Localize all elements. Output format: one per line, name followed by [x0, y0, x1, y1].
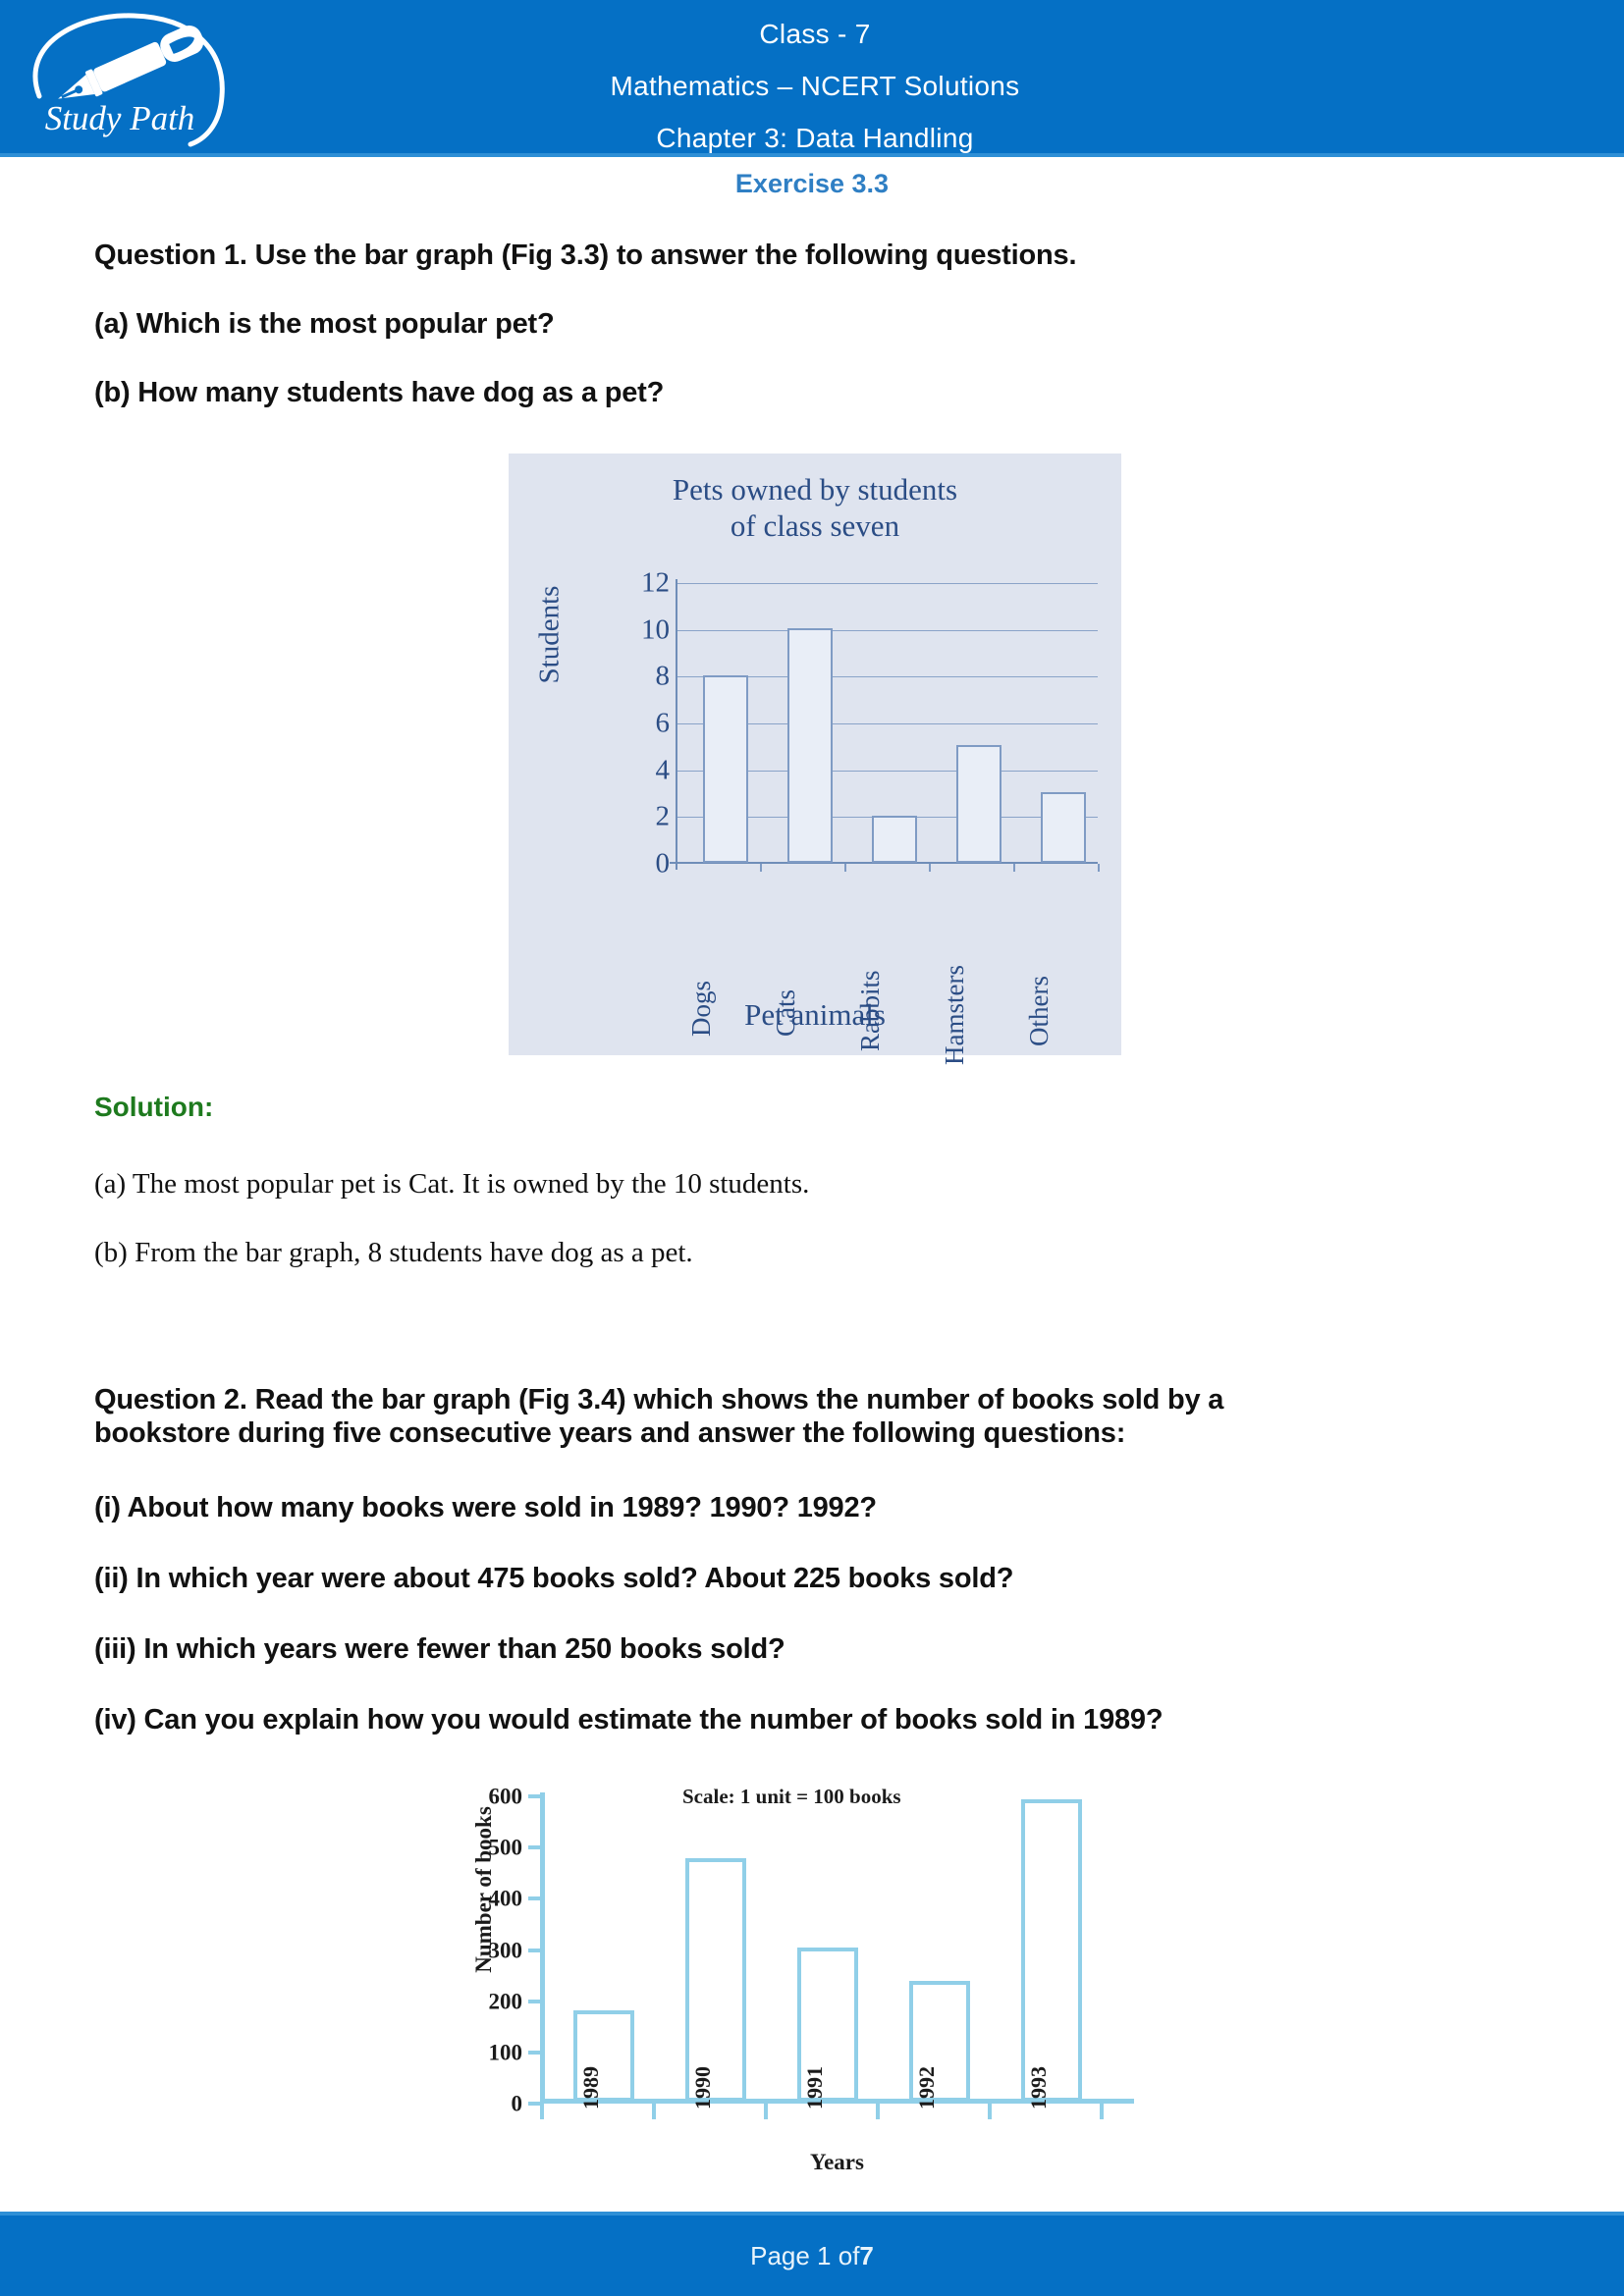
chart2-ytick-0: 0 [511, 2091, 523, 2116]
chart2-ytick-100: 100 [488, 2040, 523, 2065]
question-2-stem-line2: bookstore during five consecutive years … [94, 1417, 1126, 1449]
chart1-xtick-5 [1098, 864, 1100, 872]
chart2-bar-label-1993: 1993 [1026, 2066, 1051, 2109]
question-1-part-a: (a) Which is the most popular pet? [94, 308, 555, 340]
chart1-ytick-4: 4 [655, 754, 671, 786]
chart1-gridline-12 [676, 583, 1098, 584]
footer-total-pages: 7 [859, 2240, 874, 2270]
chart1-xtick-1 [760, 864, 762, 872]
chart2-xtick-3 [876, 2104, 880, 2119]
chart2-bar-1992: 1992 [909, 1981, 970, 2109]
chart1-xtick-2 [844, 864, 846, 872]
chart2-bar-label-1991: 1991 [802, 2066, 827, 2109]
chart2-xtick-2 [764, 2104, 768, 2119]
chart2-ytick-500: 500 [488, 1835, 523, 1860]
study-path-wordmark: Study Path [45, 99, 195, 137]
page-header: Study Path Class - 7 Mathematics – NCERT… [0, 0, 1624, 157]
chart2-ytick-mark-500 [528, 1845, 540, 1850]
chart2-ytick-mark-200 [528, 1999, 540, 2003]
chart2-bar-1990: 1990 [685, 1858, 746, 2109]
chart2-ytick-mark-300 [528, 1948, 540, 1952]
chart1-bar-rabbits [872, 816, 917, 863]
question-1-part-b: (b) How many students have dog as a pet? [94, 377, 665, 408]
chart1-ytick-2: 2 [655, 800, 671, 832]
chart1-title-line1: Pets owned by students [672, 472, 958, 507]
chart2-ytick-300: 300 [488, 1938, 523, 1962]
question-2-part-ii: (ii) In which year were about 475 books … [94, 1563, 1014, 1594]
solution-1-part-a: (a) The most popular pet is Cat. It is o… [94, 1168, 810, 1200]
solution-1-heading: Solution: [94, 1092, 214, 1122]
chart2-plot-area: 600 500 400 300 200 100 0 1989 1990 1991… [489, 1786, 1134, 2119]
chart2-xtick-1 [652, 2104, 656, 2119]
chart2-bar-label-1989: 1989 [578, 2066, 603, 2109]
chart1-ytick-8: 8 [655, 660, 671, 692]
chart1-ytick-6: 6 [655, 707, 671, 739]
chart2-ytick-mark-400 [528, 1896, 540, 1901]
figure-3-3-pets-bar-chart: Pets owned by students of class seven St… [509, 454, 1121, 1065]
solution-1-part-b: (b) From the bar graph, 8 students have … [94, 1237, 693, 1268]
header-subject-line: Mathematics – NCERT Solutions [610, 71, 1020, 101]
chart1-bar-cats [787, 628, 833, 863]
chart2-bar-1993: 1993 [1021, 1799, 1082, 2109]
figure-3-4-books-bar-chart: Scale: 1 unit = 100 books Number of book… [432, 1779, 1178, 2191]
chart2-ytick-mark-0 [528, 2102, 540, 2106]
chart2-y-axis-line [540, 1792, 545, 2104]
chart1-xtick-3 [929, 864, 931, 872]
page-footer: Page 1 of 7 [0, 2212, 1624, 2296]
chart1-ytick-10: 10 [641, 614, 670, 646]
chart2-bar-1989: 1989 [573, 2010, 634, 2109]
chart2-bar-label-1990: 1990 [690, 2066, 715, 2109]
footer-page-prefix: Page 1 of [750, 2240, 860, 2270]
chart2-ytick-mark-100 [528, 2050, 540, 2055]
header-title-block: Class - 7 Mathematics – NCERT Solutions … [245, 8, 1384, 164]
exercise-title: Exercise 3.3 [734, 169, 890, 198]
question-2-part-iv: (iv) Can you explain how you would estim… [94, 1704, 1164, 1735]
chart1-title: Pets owned by students of class seven [509, 471, 1121, 544]
chart1-y-axis-label: Students [533, 585, 566, 684]
chart2-xtick-4 [988, 2104, 992, 2119]
question-2-part-iii: (iii) In which years were fewer than 250… [94, 1633, 785, 1665]
header-class-line: Class - 7 [759, 19, 871, 49]
chart1-ytick-12: 12 [641, 566, 670, 599]
chart1-bar-dogs [703, 675, 748, 863]
chart2-x-axis-label: Years [810, 2150, 864, 2174]
chart1-title-line2: of class seven [730, 508, 900, 543]
header-chapter-line: Chapter 3: Data Handling [656, 123, 974, 153]
chart2-ytick-mark-600 [528, 1794, 540, 1798]
study-path-logo: Study Path [18, 6, 244, 151]
question-2-part-i: (i) About how many books were sold in 19… [94, 1492, 877, 1523]
study-path-logo-icon: Study Path [32, 13, 225, 147]
chart2-ytick-600: 600 [488, 1784, 523, 1809]
chart1-ytick-0: 0 [655, 847, 671, 880]
chart1-bar-others [1041, 792, 1086, 863]
chart2-ytick-400: 400 [488, 1886, 523, 1911]
chart1-bar-hamsters [956, 745, 1001, 863]
chart2-ytick-200: 200 [488, 1989, 523, 2014]
chart2-bar-1991: 1991 [797, 1948, 858, 2109]
question-1-stem: Question 1. Use the bar graph (Fig 3.3) … [94, 240, 1077, 271]
chart2-xtick-0 [540, 2104, 544, 2119]
chart1-x-axis-label: Pet animals [744, 997, 886, 1032]
chart1-y-axis-line [676, 579, 677, 870]
chart2-bar-label-1992: 1992 [914, 2066, 939, 2109]
chart1-xtick-4 [1013, 864, 1015, 872]
chart1-plot-area: 12 10 8 6 4 2 0 [641, 568, 1100, 878]
chart2-xtick-5 [1100, 2104, 1104, 2119]
chart1-gridline-10 [676, 629, 1098, 631]
